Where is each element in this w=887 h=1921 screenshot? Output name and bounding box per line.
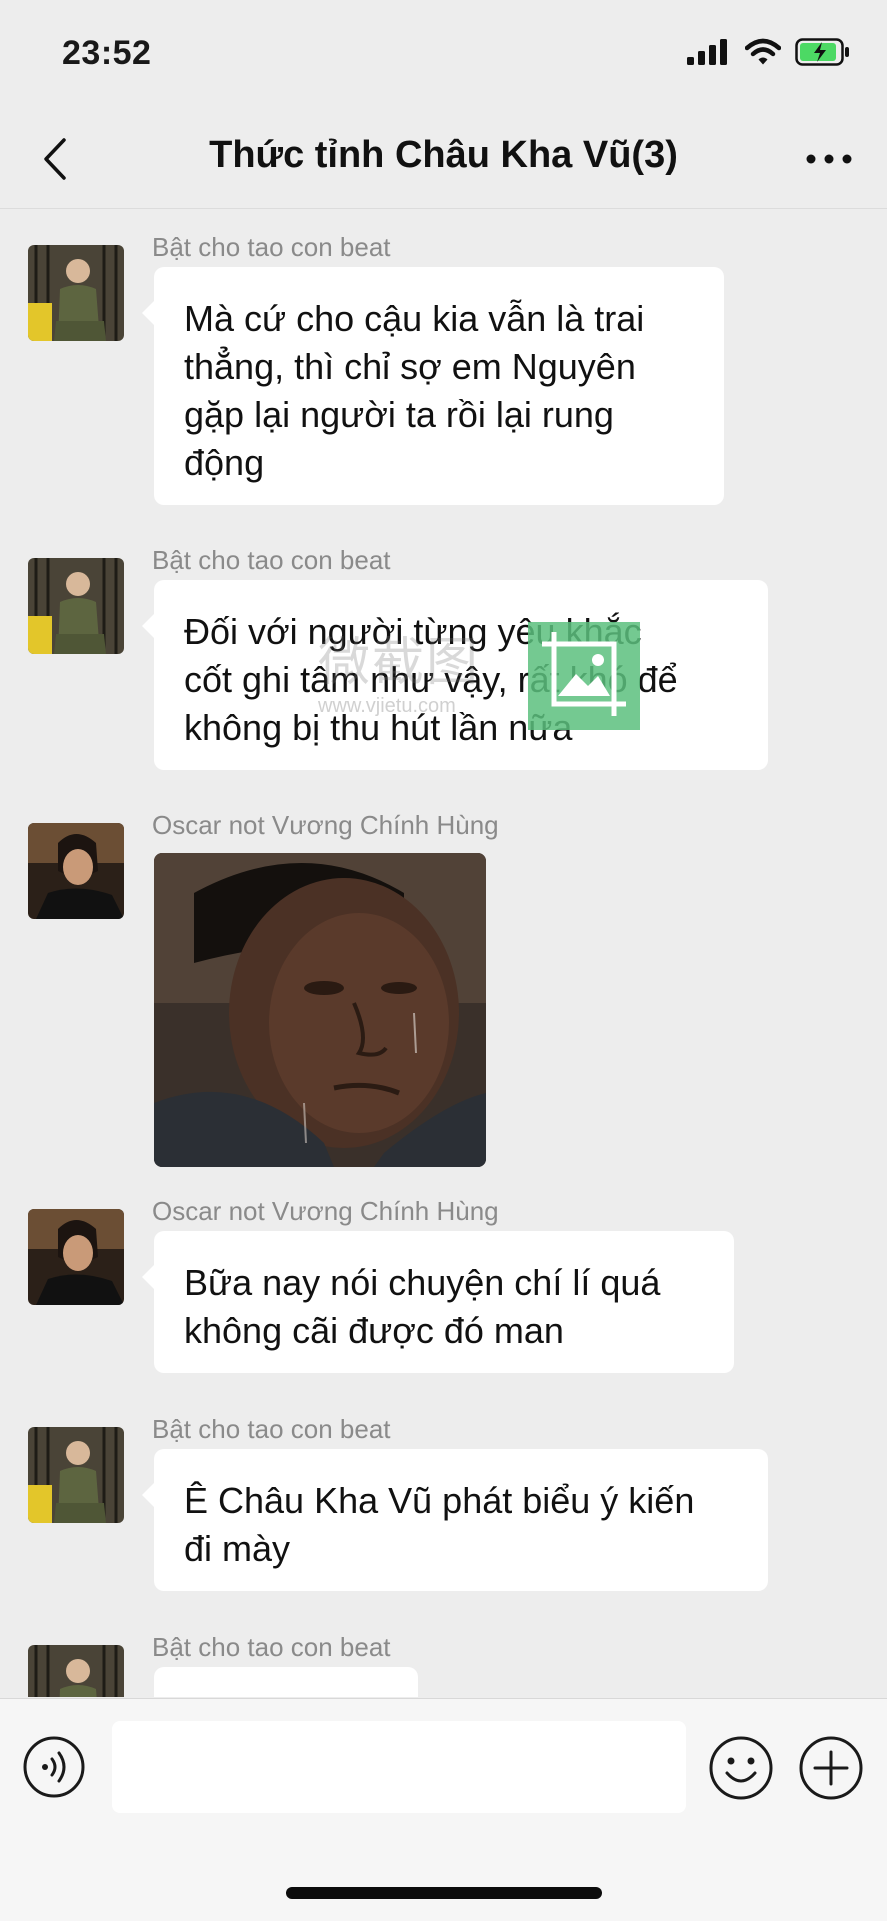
message-text: đi mày — [184, 1528, 291, 1569]
message-bubble[interactable] — [154, 1667, 418, 1697]
message-text: không cãi được đó man — [184, 1310, 564, 1351]
voice-icon — [23, 1736, 85, 1798]
message-text: Đối với người từng yêu khắc — [184, 611, 642, 652]
avatar[interactable] — [28, 245, 124, 341]
wifi-icon — [745, 38, 781, 65]
message-text: gặp lại người ta rồi lại rung — [184, 394, 614, 435]
message-text: Ê Châu Kha Vũ phát biểu ý kiến — [184, 1480, 695, 1521]
message-input[interactable] — [112, 1721, 686, 1813]
avatar-image — [28, 558, 124, 654]
message-text: cốt ghi tâm như vậy, rất khó để — [184, 659, 678, 700]
avatar-image — [28, 823, 124, 919]
message-bubble[interactable]: Đối với người từng yêu khắc cốt ghi tâm … — [142, 580, 768, 770]
status-bar: 23:52 — [0, 0, 887, 110]
avatar[interactable] — [28, 823, 124, 919]
status-icons — [687, 38, 851, 66]
status-time: 23:52 — [62, 34, 152, 72]
battery-icon — [795, 38, 849, 66]
avatar[interactable] — [28, 1427, 124, 1523]
avatar[interactable] — [28, 558, 124, 654]
sender-name: Oscar not Vương Chính Hùng — [152, 1196, 499, 1226]
more-icon — [806, 154, 852, 164]
chat-area: Bật cho tao con beat Mà cứ cho cậu kia v… — [0, 209, 887, 1697]
more-actions-button[interactable] — [798, 1735, 864, 1801]
avatar-image — [28, 1209, 124, 1305]
emoji-button[interactable] — [708, 1735, 774, 1801]
message-bubble[interactable]: Mà cứ cho cậu kia vẫn là trai thẳng, thì… — [142, 267, 724, 505]
avatar-image — [28, 1427, 124, 1523]
chat-header: Thức tỉnh Châu Kha Vũ(3) — [0, 110, 887, 209]
message-text: Mà cứ cho cậu kia vẫn là trai — [184, 298, 645, 339]
message-text: thẳng, thì chỉ sợ em Nguyên — [184, 346, 636, 387]
sender-name: Bật cho tao con beat — [152, 545, 391, 575]
meme-image — [154, 853, 486, 1167]
message-text: không bị thu hút lần nữa — [184, 707, 573, 748]
chat-title: Thức tỉnh Châu Kha Vũ(3) — [209, 134, 678, 176]
sender-name: Bật cho tao con beat — [152, 1414, 391, 1444]
more-options-button[interactable] — [799, 136, 859, 182]
plus-icon — [799, 1736, 863, 1800]
avatar[interactable] — [28, 1645, 124, 1697]
message-bubble[interactable]: Bữa nay nói chuyện chí lí quá không cãi … — [142, 1231, 734, 1373]
message-bubble[interactable]: Ê Châu Kha Vũ phát biểu ý kiến đi mày — [142, 1449, 768, 1591]
sender-name: Oscar not Vương Chính Hùng — [152, 810, 499, 840]
emoji-icon — [709, 1736, 773, 1800]
message-text: Bữa nay nói chuyện chí lí quá — [184, 1262, 661, 1303]
voice-button[interactable] — [22, 1735, 86, 1799]
avatar-image — [28, 245, 124, 341]
signal-icon — [687, 39, 727, 65]
avatar-image — [28, 1645, 124, 1697]
message-text: động — [184, 442, 265, 483]
sender-name: Bật cho tao con beat — [152, 1632, 391, 1662]
home-indicator[interactable] — [286, 1887, 602, 1899]
sender-name: Bật cho tao con beat — [152, 232, 391, 262]
image-message[interactable] — [154, 853, 486, 1167]
avatar[interactable] — [28, 1209, 124, 1305]
